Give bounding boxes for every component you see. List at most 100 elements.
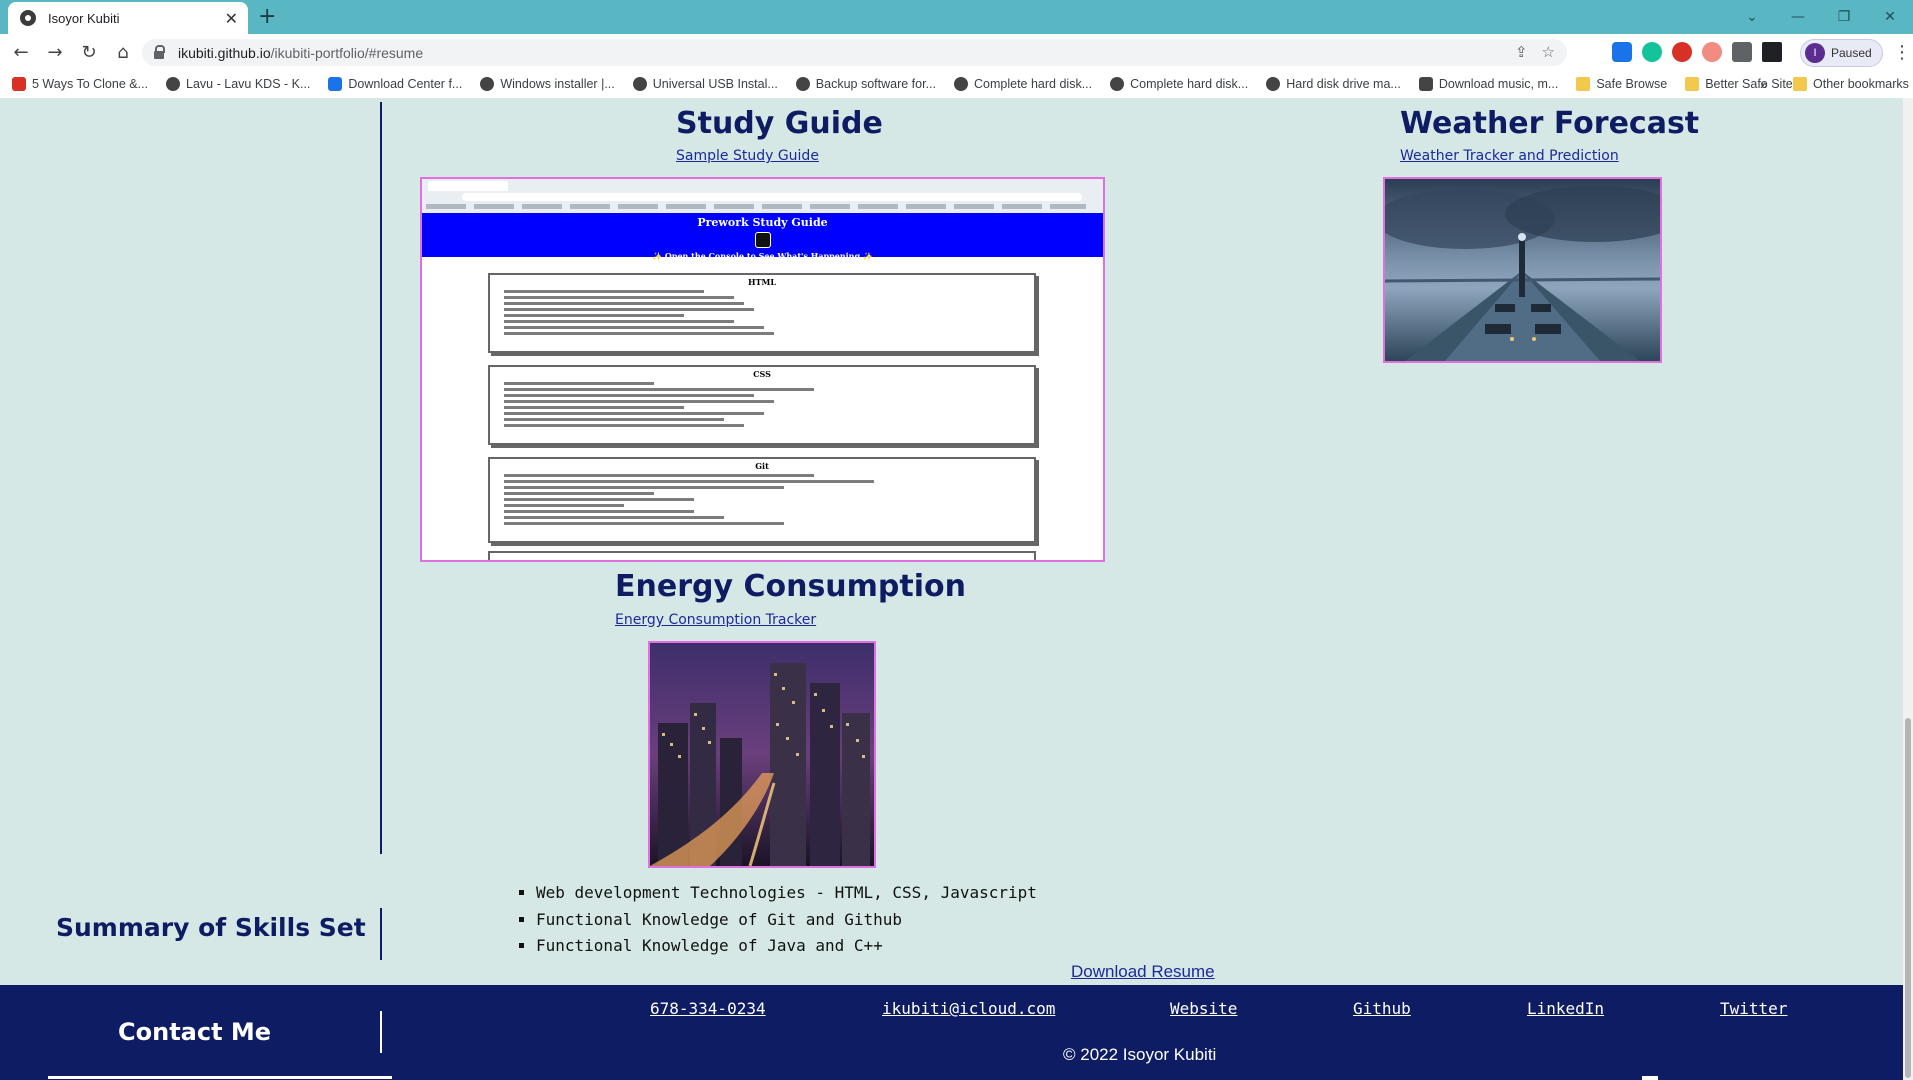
preview-card-css: CSS [488, 365, 1036, 445]
preview-logo-icon [754, 232, 771, 248]
bookmark-item[interactable]: Download Center f... [328, 77, 462, 91]
scrollbar-thumb[interactable] [1905, 718, 1911, 1078]
pier-storm-image [1385, 179, 1660, 361]
extensions [1612, 42, 1782, 62]
restore-icon[interactable]: ❐ [1821, 9, 1867, 25]
study-guide-title: Study Guide [676, 106, 883, 141]
lock-favicon-icon [1576, 77, 1591, 91]
weather-link[interactable]: Weather Tracker and Prediction [1400, 148, 1619, 164]
preview-hero-subtitle: ✨ Open the Console to See What's Happeni… [652, 251, 873, 261]
energy-title: Energy Consumption [615, 569, 966, 604]
footer: Contact Me 678-334-0234 ikubiti@icloud.c… [0, 985, 1903, 1080]
bookmark-star-icon[interactable]: ☆ [1542, 43, 1555, 61]
energy-image[interactable] [648, 641, 876, 868]
study-guide-link[interactable]: Sample Study Guide [676, 148, 819, 164]
study-guide-preview[interactable]: Prework Study Guide ✨ Open the Console t… [420, 177, 1105, 562]
url-host: ikubiti.github.io [178, 44, 271, 61]
more-bookmarks-icon[interactable]: » [1760, 76, 1768, 92]
bookmark-item[interactable]: Lavu - Lavu KDS - K... [166, 77, 310, 91]
profile-button[interactable]: I Paused [1800, 39, 1883, 67]
bookmark-item[interactable]: Safe Browse [1576, 77, 1667, 91]
back-icon[interactable]: ← [4, 42, 38, 63]
footer-divider [380, 1011, 382, 1053]
globe-icon [632, 77, 647, 91]
browser-tab[interactable]: Isoyor Kubiti ✕ [8, 2, 248, 34]
home-icon[interactable]: ⌂ [106, 42, 140, 63]
weather-image[interactable] [1383, 177, 1662, 363]
tab-search-icon[interactable]: ⌄ [1729, 9, 1775, 25]
other-bookmarks[interactable]: Other bookmarks [1793, 77, 1909, 91]
skills-list: Web development Technologies - HTML, CSS… [520, 883, 1037, 963]
tab-title: Isoyor Kubiti [48, 10, 120, 26]
address-bar[interactable]: ikubiti.github.io/ikubiti-portfolio/#res… [142, 39, 1567, 66]
lock-icon[interactable] [154, 44, 165, 59]
close-window-icon[interactable]: ✕ [1867, 9, 1913, 25]
extension-grammarly-icon[interactable] [1642, 42, 1662, 62]
extension-shield-icon[interactable] [1672, 42, 1692, 62]
browser-menu-icon[interactable]: ⋮ [1893, 42, 1911, 63]
share-icon[interactable]: ⇪ [1515, 43, 1528, 61]
bookmark-item[interactable]: Windows installer |... [480, 77, 615, 91]
globe-icon [1110, 77, 1125, 91]
preview-hero-title: Prework Study Guide [697, 216, 828, 229]
copyright: © 2022 Isoyor Kubiti [1063, 1045, 1217, 1064]
forward-icon[interactable]: → [38, 42, 72, 63]
folder-icon [1793, 77, 1807, 91]
bookmark-item[interactable]: Complete hard disk... [1110, 77, 1248, 91]
bookmark-favicon-icon [328, 77, 343, 91]
avatar: I [1805, 43, 1825, 63]
globe-icon [954, 77, 968, 91]
preview-card-html: HTML [488, 273, 1036, 353]
extensions-puzzle-icon[interactable] [1732, 42, 1752, 62]
close-tab-icon[interactable]: ✕ [225, 9, 238, 28]
preview-hero: Prework Study Guide ✨ Open the Console t… [422, 213, 1103, 261]
bookmark-item[interactable]: Hard disk drive ma... [1266, 77, 1401, 91]
email-link[interactable]: ikubiti@icloud.com [882, 999, 1055, 1018]
page-scrollbar[interactable] [1903, 98, 1913, 1080]
list-item: Functional Knowledge of Java and C++ [536, 936, 1037, 963]
bookmark-favicon-icon [12, 77, 26, 91]
profile-status: Paused [1831, 46, 1872, 60]
preview-browser-chrome [422, 179, 1103, 214]
globe-icon [166, 77, 181, 91]
new-tab-icon[interactable]: + [258, 4, 276, 29]
twitter-link[interactable]: Twitter [1720, 999, 1787, 1018]
bookmark-favicon-icon [1418, 77, 1433, 91]
download-resume-link[interactable]: Download Resume [1071, 962, 1215, 982]
list-item: Functional Knowledge of Git and Github [536, 910, 1037, 937]
preview-card-git: Git [488, 457, 1036, 543]
window-controls: ⌄ — ❐ ✕ [1729, 0, 1913, 34]
side-panel-icon[interactable] [1762, 42, 1782, 62]
footer-underline [48, 1076, 392, 1079]
website-link[interactable]: Website [1170, 999, 1237, 1018]
footer-corner [1642, 1076, 1658, 1080]
bookmark-item[interactable]: Complete hard disk... [954, 77, 1092, 91]
extension-blue-icon[interactable] [1612, 42, 1632, 62]
bookmark-item[interactable]: Backup software for... [795, 77, 936, 91]
bookmark-item[interactable]: Better Safe Site [1685, 77, 1793, 91]
bookmark-item[interactable]: Download music, m... [1418, 77, 1558, 91]
globe-icon [795, 77, 810, 91]
browser-toolbar: ← → ↻ ⌂ ikubiti.github.io/ikubiti-portfo… [0, 34, 1913, 70]
extension-record-icon[interactable] [1702, 42, 1722, 62]
github-favicon-icon [20, 10, 36, 26]
url-path: /ikubiti-portfolio/#resume [270, 44, 424, 61]
globe-icon [1266, 77, 1281, 91]
lock-favicon-icon [1685, 77, 1700, 91]
city-night-image [650, 643, 874, 866]
bookmark-item[interactable]: 5 Ways To Clone &... [12, 77, 148, 91]
skills-divider [380, 908, 382, 960]
portfolio-page: Study Guide Sample Study Guide Prework S… [0, 98, 1903, 1080]
phone-link[interactable]: 678-334-0234 [650, 999, 766, 1018]
minimize-icon[interactable]: — [1775, 9, 1821, 25]
globe-icon [480, 77, 495, 91]
bookmarks-bar: 5 Ways To Clone &... Lavu - Lavu KDS - K… [0, 70, 1913, 99]
energy-link[interactable]: Energy Consumption Tracker [615, 612, 816, 628]
tab-bar: Isoyor Kubiti ✕ + ⌄ — ❐ ✕ [0, 0, 1913, 34]
linkedin-link[interactable]: LinkedIn [1527, 999, 1604, 1018]
reload-icon[interactable]: ↻ [72, 42, 106, 63]
github-link[interactable]: Github [1353, 999, 1411, 1018]
skills-title: Summary of Skills Set [56, 913, 366, 942]
section-divider [380, 102, 382, 854]
bookmark-item[interactable]: Universal USB Instal... [632, 77, 778, 91]
